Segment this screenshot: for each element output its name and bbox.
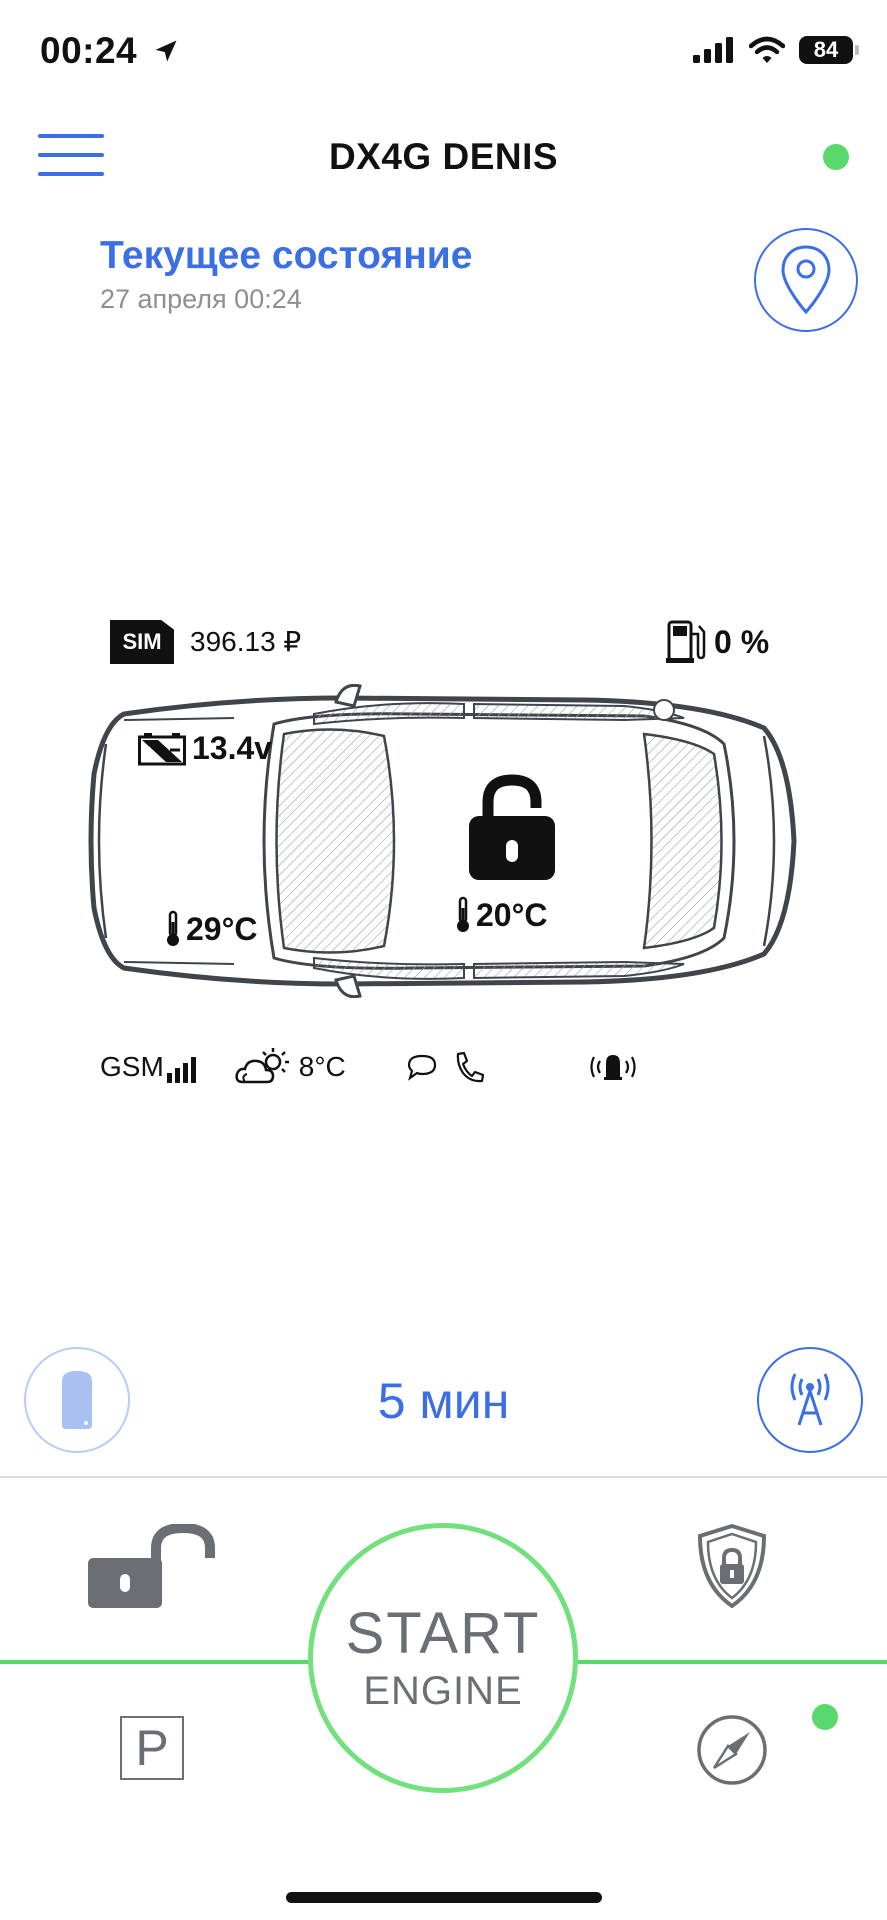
gps-status-dot [812,1704,838,1730]
device-title: DX4G DENIS [328,136,559,177]
divider [0,1476,887,1478]
cabin-temp-value: 20°C [476,896,548,933]
map-pin-icon [781,245,831,315]
indicator-row: GSM 8°C [100,1048,636,1086]
cellular-signal-icon [693,37,733,63]
sim-label: SIM [122,629,162,654]
fuel-level: 0 % [666,620,769,664]
location-button[interactable] [754,228,858,332]
antenna-button[interactable] [757,1347,863,1453]
outside-temp-value: 8°C [298,1051,346,1082]
start-engine-button[interactable]: START ENGINE [308,1523,578,1793]
voltage-value: 13.4v [192,730,273,766]
parking-button[interactable]: P [120,1716,184,1780]
status-indicators: 84 [693,36,859,64]
battery-level: 84 [813,37,839,62]
cabin-temperature: 20°C [454,896,548,934]
battery-icon: 84 [799,36,859,64]
siren-icon [590,1055,636,1080]
weather: 8°C [235,1048,346,1086]
message-icon [407,1054,436,1081]
phone-icon [456,1051,484,1083]
thermometer-icon [167,910,179,946]
partly-cloudy-icon [235,1048,289,1084]
online-status-dot [823,144,849,170]
status-time: 00:24 [40,30,180,72]
home-indicator[interactable] [286,1892,602,1903]
engine-temp-value: 29°C [186,910,258,947]
car-battery-icon [138,732,186,765]
location-arrow-icon [155,40,177,62]
wifi-icon [749,36,785,63]
gsm-bars-icon [166,1057,196,1083]
gsm-signal: GSM [100,1051,197,1083]
antenna-icon [790,1373,830,1426]
battery-voltage: 13.4v [138,730,272,767]
unlock-button[interactable] [86,1522,220,1615]
timer-value[interactable]: 5 мин [0,1372,887,1430]
status-time-text: 00:24 [40,30,138,71]
fuel-value: 0 % [714,623,770,660]
padlock-unlocked-icon [466,774,558,887]
thermometer-icon [457,896,469,932]
shield-lock-icon [697,1523,767,1609]
compass-icon [697,1715,767,1785]
current-state-date: 27 апреля 00:24 [100,284,302,314]
compass-button[interactable] [696,1714,768,1791]
gsm-label: GSM [100,1051,164,1082]
engine-temperature: 29°C [164,910,258,948]
engine-label: ENGINE [363,1669,523,1713]
arm-security-button[interactable] [696,1523,768,1613]
unlock-icon [88,1522,215,1608]
sim-icon: SIM [110,620,174,664]
current-state-title: Текущее состояние [100,234,473,277]
sim-balance: 396.13 ₽ [190,626,302,657]
parking-label: P [135,1720,169,1776]
fuel-pump-icon [666,620,706,663]
start-label: START [345,1601,541,1666]
